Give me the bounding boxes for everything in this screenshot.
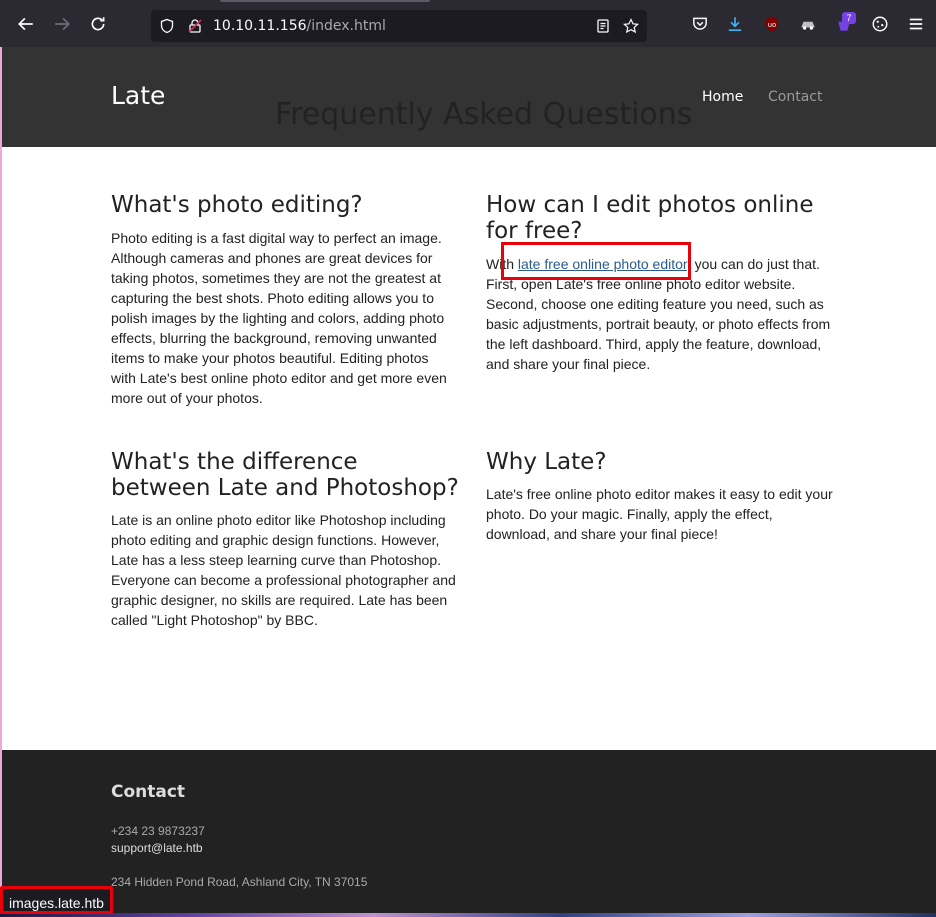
- nav-home-link[interactable]: Home: [702, 89, 743, 105]
- ublock-icon[interactable]: uo: [760, 12, 784, 36]
- url-path: /index.html: [306, 18, 386, 34]
- shield-icon[interactable]: [157, 16, 177, 36]
- page-title: Frequently Asked Questions: [275, 97, 693, 132]
- faq-question-photo-editing: What's photo editing?: [111, 192, 363, 218]
- answer-prefix: With: [486, 256, 518, 272]
- cookie-icon[interactable]: [868, 12, 892, 36]
- status-url-tooltip: images.late.htb: [0, 886, 113, 914]
- forward-arrow-icon[interactable]: [50, 12, 74, 36]
- pocket-icon[interactable]: [688, 12, 712, 36]
- tab-indicator: [220, 0, 430, 2]
- desktop-strip: [0, 913, 936, 917]
- url-host: 10.10.11.156: [213, 18, 307, 34]
- footer-title: Contact: [111, 782, 186, 802]
- faq-question-edit-online: How can I edit photos online for free?: [486, 192, 814, 244]
- site-header: Late Home Contact Frequently Asked Quest…: [2, 47, 936, 147]
- insecure-lock-icon[interactable]: [185, 16, 205, 36]
- footer-address: 234 Hidden Pond Road, Ashland City, TN 3…: [111, 875, 368, 889]
- footer-email[interactable]: support@late.htb: [111, 841, 203, 855]
- download-icon[interactable]: [723, 12, 747, 36]
- footer-phone: +234 23 9873237: [111, 824, 205, 838]
- url-text[interactable]: 10.10.11.156/index.html: [213, 18, 386, 34]
- answer-suffix: , you can do just that. First, open Late…: [486, 256, 831, 372]
- site-brand[interactable]: Late: [111, 81, 165, 110]
- url-bar[interactable]: 10.10.11.156/index.html: [151, 10, 647, 42]
- nav-contact-link[interactable]: Contact: [768, 89, 822, 105]
- reader-view-icon[interactable]: [593, 16, 613, 36]
- faq-answer-why-late: Late's free online photo editor makes it…: [486, 486, 833, 542]
- reload-icon[interactable]: [86, 12, 110, 36]
- browser-toolbar: 10.10.11.156/index.html uo 7: [0, 0, 936, 47]
- extension-car-icon[interactable]: [796, 12, 820, 36]
- back-arrow-icon[interactable]: [14, 12, 38, 36]
- hamburger-menu-icon[interactable]: [904, 12, 928, 36]
- bookmark-star-icon[interactable]: [621, 16, 641, 36]
- faq-answer-photo-editing: Photo editing is a fast digital way to p…: [111, 230, 447, 406]
- site-footer: Contact +234 23 9873237 support@late.htb…: [2, 750, 936, 913]
- faq-answer-edit-online: With late free online photo editor, you …: [486, 254, 831, 374]
- faq-question-difference: What's the difference between Late and P…: [111, 449, 459, 501]
- photo-editor-link[interactable]: late free online photo editor: [518, 256, 687, 272]
- faq-question-why-late: Why Late?: [486, 449, 607, 475]
- svg-text:uo: uo: [768, 21, 776, 29]
- faq-answer-difference: Late is an online photo editor like Phot…: [111, 512, 456, 628]
- page-viewport: Late Home Contact Frequently Asked Quest…: [2, 47, 936, 913]
- extension-badge: 7: [842, 12, 856, 24]
